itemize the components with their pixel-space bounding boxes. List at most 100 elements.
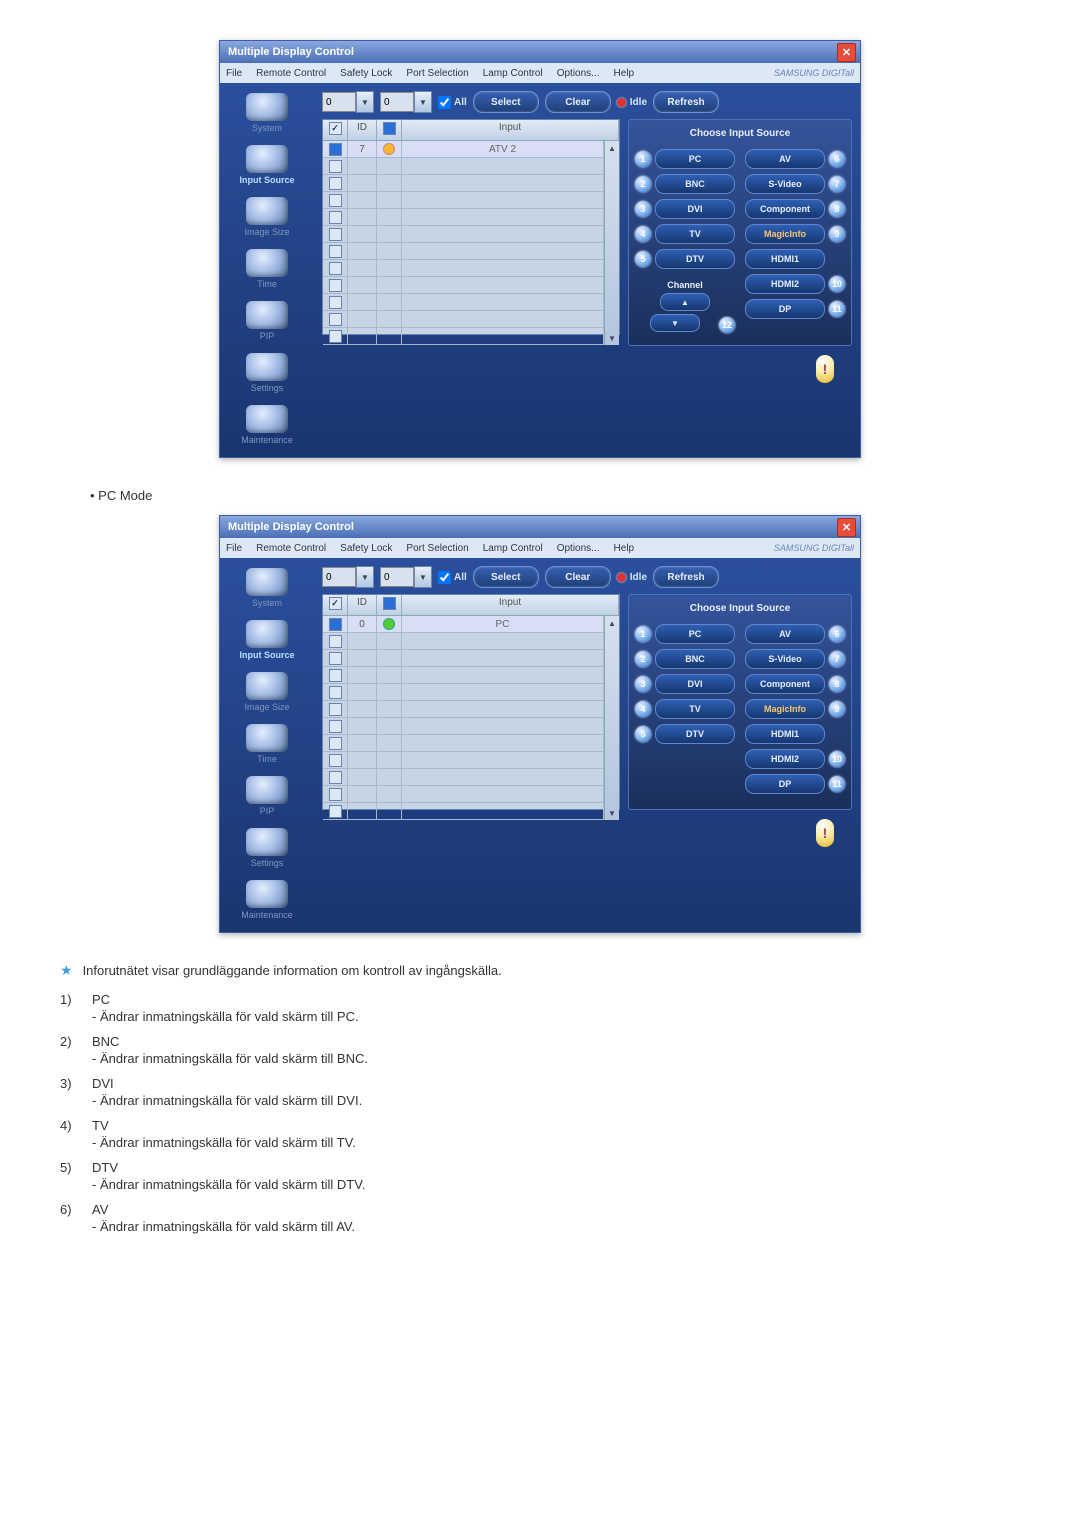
src-bnc[interactable]: BNC	[655, 174, 735, 194]
row-checkbox[interactable]	[329, 143, 342, 156]
sidebar-item-maintenance[interactable]: Maintenance	[227, 403, 307, 449]
spinner-from[interactable]: ▼	[322, 566, 374, 588]
refresh-button[interactable]: Refresh	[653, 566, 719, 588]
src-svideo[interactable]: S-Video	[745, 174, 825, 194]
table-row[interactable]	[323, 175, 604, 192]
menu-port[interactable]: Port Selection	[406, 68, 468, 79]
src-hdmi1[interactable]: HDMI1	[745, 724, 825, 744]
table-row[interactable]: 0 PC	[323, 616, 604, 633]
sidebar-item-input-source[interactable]: Input Source	[227, 143, 307, 189]
menu-safety[interactable]: Safety Lock	[340, 543, 392, 554]
src-magicinfo[interactable]: MagicInfo	[745, 224, 825, 244]
table-row[interactable]	[323, 633, 604, 650]
spinner-to[interactable]: ▼	[380, 566, 432, 588]
input-icon	[246, 620, 288, 648]
src-pc[interactable]: PC	[655, 149, 735, 169]
header-checkbox[interactable]	[329, 122, 342, 135]
menu-remote[interactable]: Remote Control	[256, 543, 326, 554]
spinner-to[interactable]: ▼	[380, 91, 432, 113]
src-dtv[interactable]: DTV	[655, 249, 735, 269]
table-row[interactable]	[323, 786, 604, 803]
menu-safety[interactable]: Safety Lock	[340, 68, 392, 79]
src-av[interactable]: AV	[745, 149, 825, 169]
menu-remote[interactable]: Remote Control	[256, 68, 326, 79]
close-icon[interactable]: ✕	[837, 518, 856, 537]
src-dp[interactable]: DP	[745, 299, 825, 319]
src-dvi[interactable]: DVI	[655, 199, 735, 219]
menu-options[interactable]: Options...	[557, 68, 600, 79]
table-row[interactable]	[323, 718, 604, 735]
menu-options[interactable]: Options...	[557, 543, 600, 554]
src-dvi[interactable]: DVI	[655, 674, 735, 694]
src-av[interactable]: AV	[745, 624, 825, 644]
src-svideo[interactable]: S-Video	[745, 649, 825, 669]
channel-up-button[interactable]: ▲	[660, 293, 710, 311]
src-hdmi2[interactable]: HDMI2	[745, 274, 825, 294]
menu-file[interactable]: File	[226, 543, 242, 554]
all-checkbox[interactable]: All	[438, 96, 467, 109]
table-row[interactable]	[323, 226, 604, 243]
sidebar-item-settings[interactable]: Settings	[227, 826, 307, 872]
src-tv[interactable]: TV	[655, 224, 735, 244]
src-tv[interactable]: TV	[655, 699, 735, 719]
menu-lamp[interactable]: Lamp Control	[483, 68, 543, 79]
table-row[interactable]	[323, 311, 604, 328]
sidebar-item-maintenance[interactable]: Maintenance	[227, 878, 307, 924]
close-icon[interactable]: ✕	[837, 43, 856, 62]
table-row[interactable]: 7 ATV 2	[323, 141, 604, 158]
src-pc[interactable]: PC	[655, 624, 735, 644]
table-row[interactable]	[323, 209, 604, 226]
table-row[interactable]	[323, 684, 604, 701]
menu-port[interactable]: Port Selection	[406, 543, 468, 554]
table-row[interactable]	[323, 294, 604, 311]
channel-down-button[interactable]: ▼	[650, 314, 700, 332]
clear-button[interactable]: Clear	[545, 566, 611, 588]
menu-lamp[interactable]: Lamp Control	[483, 543, 543, 554]
select-button[interactable]: Select	[473, 91, 539, 113]
table-row[interactable]	[323, 752, 604, 769]
table-row[interactable]	[323, 243, 604, 260]
src-magicinfo[interactable]: MagicInfo	[745, 699, 825, 719]
table-row[interactable]	[323, 769, 604, 786]
src-dtv[interactable]: DTV	[655, 724, 735, 744]
sidebar-item-image-size[interactable]: Image Size	[227, 670, 307, 716]
select-button[interactable]: Select	[473, 566, 539, 588]
sidebar-item-system[interactable]: System	[227, 91, 307, 137]
sidebar-item-time[interactable]: Time	[227, 247, 307, 293]
menu-help[interactable]: Help	[614, 68, 635, 79]
table-row[interactable]	[323, 277, 604, 294]
clear-button[interactable]: Clear	[545, 91, 611, 113]
sidebar-item-pip[interactable]: PIP	[227, 299, 307, 345]
table-row[interactable]	[323, 192, 604, 209]
titlebar: Multiple Display Control ✕	[220, 41, 860, 63]
table-row[interactable]	[323, 650, 604, 667]
header-checkbox[interactable]	[329, 597, 342, 610]
table-row[interactable]	[323, 735, 604, 752]
src-component[interactable]: Component	[745, 199, 825, 219]
src-component[interactable]: Component	[745, 674, 825, 694]
table-row[interactable]	[323, 328, 604, 345]
menu-help[interactable]: Help	[614, 543, 635, 554]
sidebar-item-pip[interactable]: PIP	[227, 774, 307, 820]
src-bnc[interactable]: BNC	[655, 649, 735, 669]
refresh-button[interactable]: Refresh	[653, 91, 719, 113]
scrollbar[interactable]: ▲▼	[604, 141, 619, 345]
sidebar-item-time[interactable]: Time	[227, 722, 307, 768]
sidebar-item-settings[interactable]: Settings	[227, 351, 307, 397]
sidebar-item-input-source[interactable]: Input Source	[227, 618, 307, 664]
src-dp[interactable]: DP	[745, 774, 825, 794]
scrollbar[interactable]: ▲▼	[604, 616, 619, 820]
all-checkbox[interactable]: All	[438, 571, 467, 584]
explanation-list: 1)PC- Ändrar inmatningskälla för vald sk…	[60, 992, 1020, 1234]
table-row[interactable]	[323, 803, 604, 820]
row-checkbox[interactable]	[329, 618, 342, 631]
sidebar-item-system[interactable]: System	[227, 566, 307, 612]
table-row[interactable]	[323, 158, 604, 175]
src-hdmi1[interactable]: HDMI1	[745, 249, 825, 269]
table-row[interactable]	[323, 260, 604, 277]
spinner-from[interactable]: ▼	[322, 91, 374, 113]
sidebar-item-image-size[interactable]: Image Size	[227, 195, 307, 241]
table-row[interactable]	[323, 701, 604, 718]
menu-file[interactable]: File	[226, 68, 242, 79]
table-row[interactable]	[323, 667, 604, 684]
